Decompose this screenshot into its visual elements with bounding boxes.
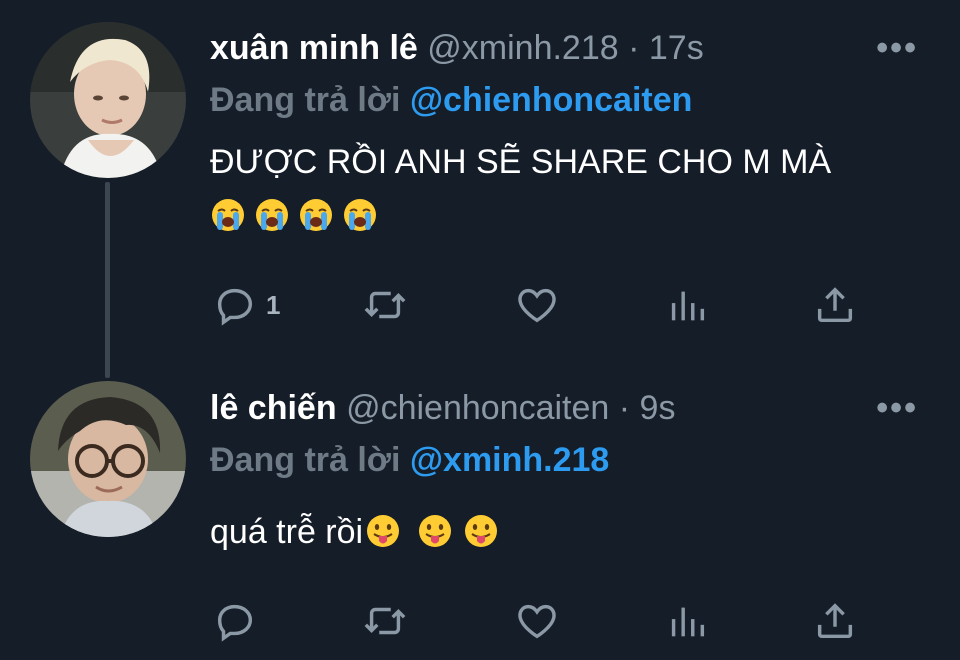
reply-icon — [217, 288, 253, 326]
face-with-tongue-icon — [465, 515, 498, 547]
emoji-row — [210, 196, 386, 236]
face-with-tongue-icon — [367, 515, 400, 547]
reply-button[interactable] — [212, 596, 266, 646]
tweet-header: lê chiến @chienhoncaiten · 9s — [210, 388, 675, 428]
retweet-icon — [364, 291, 406, 319]
avatar[interactable] — [30, 22, 186, 178]
separator-dot: · — [618, 29, 649, 67]
view-stats-button[interactable] — [664, 280, 710, 330]
replying-to: Đang trả lời @chienhoncaiten — [210, 80, 692, 120]
share-button[interactable] — [812, 280, 858, 330]
share-icon — [817, 603, 853, 639]
tweet-header: xuân minh lê @xminh.218 · 17s — [210, 28, 704, 68]
share-icon — [817, 287, 853, 323]
more-options-icon[interactable]: ••• — [876, 391, 918, 425]
handle[interactable]: @xminh.218 — [427, 29, 618, 67]
loudly-crying-face-icon — [344, 199, 376, 231]
tweet-text: ĐƯỢC RỒI ANH SẼ SHARE CHO M MÀ — [210, 142, 831, 182]
analytics-icon — [671, 607, 705, 637]
replying-to-label: Đang trả lời — [210, 81, 401, 119]
tweet-text: quá trễ rồi — [210, 512, 507, 552]
replying-to-user-link[interactable]: @chienhoncaiten — [410, 81, 693, 119]
timestamp[interactable]: 9s — [640, 389, 676, 427]
like-button[interactable] — [514, 596, 560, 646]
loudly-crying-face-icon — [300, 199, 332, 231]
display-name[interactable]: xuân minh lê — [210, 29, 418, 67]
heart-icon — [518, 288, 556, 323]
replying-to: Đang trả lời @xminh.218 — [210, 440, 609, 480]
share-button[interactable] — [812, 596, 858, 646]
reply-button[interactable]: 1 — [212, 280, 280, 330]
view-stats-button[interactable] — [664, 596, 710, 646]
tweet-actions — [0, 596, 960, 646]
reply-icon — [217, 604, 253, 642]
tweet-actions: 1 — [0, 280, 960, 330]
like-button[interactable] — [514, 280, 560, 330]
more-options-icon[interactable]: ••• — [876, 31, 918, 65]
loudly-crying-face-icon — [212, 199, 244, 231]
display-name[interactable]: lê chiến — [210, 389, 337, 427]
retweet-icon — [364, 607, 406, 635]
replying-to-user-link[interactable]: @xminh.218 — [410, 441, 609, 479]
tweet-text-line: quá trễ rồi — [210, 513, 364, 551]
retweet-button[interactable] — [362, 596, 408, 646]
loudly-crying-face-icon — [256, 199, 288, 231]
handle[interactable]: @chienhoncaiten — [346, 389, 609, 427]
reply-count: 1 — [266, 289, 281, 320]
timestamp[interactable]: 17s — [649, 29, 704, 67]
retweet-button[interactable] — [362, 280, 408, 330]
analytics-icon — [671, 291, 705, 321]
tweet-text-line: ĐƯỢC RỒI ANH SẼ SHARE CHO M MÀ — [210, 143, 832, 181]
separator-dot: · — [609, 389, 640, 427]
heart-icon — [518, 604, 556, 639]
avatar[interactable] — [30, 381, 186, 537]
replying-to-label: Đang trả lời — [210, 441, 401, 479]
face-with-tongue-icon — [419, 515, 452, 547]
